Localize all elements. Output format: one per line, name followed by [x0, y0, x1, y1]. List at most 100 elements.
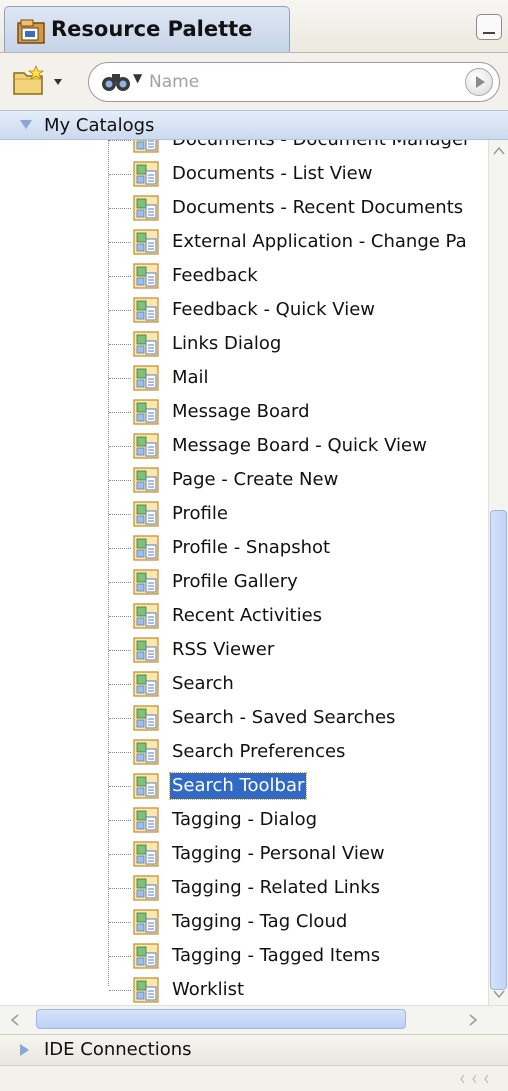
catalog-tree: Documents - Document Manager Documents - …	[0, 140, 488, 1005]
portlet-page-icon	[133, 569, 159, 595]
my-catalogs-label: My Catalogs	[44, 115, 155, 136]
tree-item[interactable]: Profile - Snapshot	[0, 531, 488, 565]
tree-item[interactable]: Search Toolbar	[0, 769, 488, 803]
tree-item-label: Message Board - Quick View	[172, 435, 427, 456]
tree-item-label: Search Preferences	[172, 741, 346, 762]
tab-resource-palette[interactable]: Resource Palette	[4, 6, 290, 52]
portlet-page-icon	[133, 161, 159, 187]
search-options-caret-icon[interactable]: ▼	[133, 71, 142, 85]
tree-item-label: Search	[172, 673, 234, 694]
portlet-page-icon	[133, 331, 159, 357]
tree-item[interactable]: Tagging - Tag Cloud	[0, 905, 488, 939]
tree-item[interactable]: Search Preferences	[0, 735, 488, 769]
tree-item[interactable]: Profile Gallery	[0, 565, 488, 599]
status-bar	[0, 1066, 508, 1091]
tree-item-label: Tagging - Tag Cloud	[172, 911, 348, 932]
scroll-down-icon[interactable]	[492, 987, 506, 1001]
tree-item[interactable]: Feedback - Quick View	[0, 293, 488, 327]
tree-item[interactable]: Profile	[0, 497, 488, 531]
tree-item-label: Documents - Document Manager	[170, 140, 472, 153]
tree-item-label: Page - Create New	[172, 469, 339, 490]
portlet-page-icon	[133, 365, 159, 391]
tree-connector	[109, 854, 131, 855]
tab-bar: Resource Palette	[0, 0, 508, 53]
tree-item[interactable]: RSS Viewer	[0, 633, 488, 667]
tree-connector	[109, 140, 131, 141]
horizontal-scroll-thumb[interactable]	[36, 1009, 406, 1029]
tree-item-label: Recent Activities	[172, 605, 323, 626]
portlet-page-icon	[133, 467, 159, 493]
tree-item-label: Profile Gallery	[172, 571, 298, 592]
portlet-page-icon	[133, 977, 159, 1003]
portlet-page-icon	[133, 195, 159, 221]
tree-item[interactable]: Documents - List View	[0, 157, 488, 191]
portlet-page-icon	[133, 637, 159, 663]
tree-connector	[109, 956, 131, 957]
tree-item[interactable]: External Application - Change Pa	[0, 225, 488, 259]
tree-connector	[109, 820, 131, 821]
tab-title: Resource Palette	[51, 17, 253, 41]
minimize-button[interactable]	[476, 14, 502, 40]
tree-connector	[109, 412, 131, 413]
tree-item[interactable]: Mail	[0, 361, 488, 395]
tree-item[interactable]: Tagging - Personal View	[0, 837, 488, 871]
tree-connector	[109, 718, 131, 719]
tree-item-label: Tagging - Related Links	[172, 877, 380, 898]
ide-connections-header[interactable]: IDE Connections	[0, 1034, 508, 1066]
tree-connector	[109, 888, 131, 889]
tree-item[interactable]: Page - Create New	[0, 463, 488, 497]
tree-item[interactable]: Message Board - Quick View	[0, 429, 488, 463]
vertical-scrollbar[interactable]	[488, 140, 508, 1005]
tree-item[interactable]: Documents - Recent Documents	[0, 191, 488, 225]
tree-item-label: Message Board	[172, 401, 310, 422]
tree-item[interactable]: Worklist	[0, 973, 488, 1005]
tree-connector	[109, 378, 131, 379]
tree-connector	[109, 582, 131, 583]
resize-grip-icon[interactable]	[460, 1072, 500, 1086]
search-box[interactable]: ▼	[88, 62, 500, 102]
ide-connections-label: IDE Connections	[44, 1039, 192, 1060]
collapsed-triangle-icon	[20, 1044, 29, 1056]
tree-item[interactable]: Tagging - Dialog	[0, 803, 488, 837]
tree-item[interactable]: Message Board	[0, 395, 488, 429]
horizontal-scrollbar[interactable]	[0, 1005, 508, 1033]
expanded-triangle-icon	[20, 120, 32, 129]
tree-connector	[109, 786, 131, 787]
scroll-right-icon[interactable]	[466, 1013, 480, 1027]
portlet-page-icon	[133, 263, 159, 289]
tree-connector	[109, 344, 131, 345]
tree-item[interactable]: Feedback	[0, 259, 488, 293]
toolbar: ▼	[0, 53, 508, 109]
go-button[interactable]	[465, 68, 493, 96]
search-input[interactable]	[149, 69, 449, 95]
my-catalogs-header[interactable]: My Catalogs	[0, 110, 508, 140]
tree-item-label: Documents - Recent Documents	[172, 197, 464, 218]
tree-item[interactable]: Search	[0, 667, 488, 701]
portlet-page-icon	[133, 671, 159, 697]
portlet-page-icon	[133, 535, 159, 561]
portlet-page-icon	[133, 705, 159, 731]
tree-connector	[109, 616, 131, 617]
tree-item-label: Search Toolbar	[168, 772, 308, 800]
tree-connector	[109, 174, 131, 175]
tree-item[interactable]: Recent Activities	[0, 599, 488, 633]
new-catalog-icon[interactable]	[12, 65, 66, 97]
scroll-left-icon[interactable]	[8, 1013, 22, 1027]
tree-connector	[109, 990, 131, 991]
resource-palette-window: Resource Palette ▼ My	[0, 0, 508, 1091]
tree-item[interactable]: Search - Saved Searches	[0, 701, 488, 735]
tree-item[interactable]: Documents - Document Manager	[0, 140, 488, 157]
tree-item-label: RSS Viewer	[172, 639, 275, 660]
portlet-page-icon	[133, 739, 159, 765]
tree-item[interactable]: Tagging - Tagged Items	[0, 939, 488, 973]
vertical-scroll-thumb[interactable]	[490, 510, 507, 990]
binoculars-icon[interactable]	[101, 71, 131, 93]
tree-item[interactable]: Tagging - Related Links	[0, 871, 488, 905]
portlet-page-icon	[133, 773, 159, 799]
tree-item-label: Tagging - Dialog	[172, 809, 318, 830]
portlet-page-icon	[133, 875, 159, 901]
tree-connector	[109, 480, 131, 481]
tree-item[interactable]: Links Dialog	[0, 327, 488, 361]
tree-connector	[109, 548, 131, 549]
scroll-up-icon[interactable]	[492, 144, 506, 158]
